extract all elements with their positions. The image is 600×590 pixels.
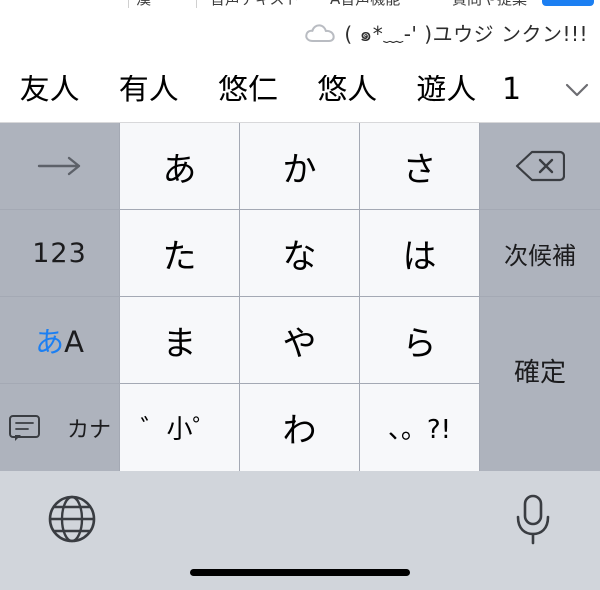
top-blue-button[interactable] [542, 0, 594, 6]
keyboard: あ か さ 123 た な は 次候補 あA ま や ら 確定 カナ ゛小゜ わ… [0, 123, 600, 471]
key-next-candidate-label: 次候補 [504, 241, 576, 270]
speech-bubble-icon [8, 413, 42, 443]
key-wa[interactable]: わ [240, 384, 360, 471]
key-dakuten[interactable]: ゛小゜ [120, 384, 240, 471]
keyboard-row-2: 123 た な は 次候補 [0, 210, 600, 297]
key-ya[interactable]: や [240, 297, 360, 384]
candidate-1[interactable]: 有人 [99, 75, 198, 105]
cloud-icon [304, 23, 338, 45]
key-confirm-lower[interactable] [480, 384, 600, 471]
delete-icon [515, 149, 565, 183]
key-abc-toggle[interactable]: あA [0, 297, 120, 384]
key-kana[interactable]: カナ [0, 384, 120, 471]
key-confirm[interactable]: 確定 [480, 297, 600, 388]
candidate-3[interactable]: 悠人 [298, 75, 397, 105]
key-abc-toggle-label: あA [35, 325, 84, 359]
candidate-0[interactable]: 友人 [0, 75, 99, 105]
key-sa[interactable]: さ [360, 123, 480, 210]
keyboard-row-4: カナ ゛小゜ わ 、。?! [0, 384, 600, 471]
chevron-down-icon[interactable] [554, 80, 600, 100]
key-ta[interactable]: た [120, 210, 240, 297]
key-ka[interactable]: か [240, 123, 360, 210]
candidate-4[interactable]: 遊人 [397, 75, 496, 105]
typed-text-row: ( ๑*﹏-' )ユウジ ンクン!!! [0, 10, 600, 58]
keyboard-row-3: あA ま や ら 確定 [0, 297, 600, 388]
microphone-icon[interactable] [512, 493, 554, 547]
top-fragment-2: A音声機能 [330, 0, 400, 9]
globe-icon[interactable] [46, 493, 98, 545]
key-ha[interactable]: は [360, 210, 480, 297]
key-punctuation-label: 、。?! [387, 415, 452, 445]
top-fragment-0: 漢 [136, 0, 151, 9]
candidate-2[interactable]: 悠仁 [198, 75, 297, 105]
key-na[interactable]: な [240, 210, 360, 297]
top-fragment-3: 質問や提案 [452, 0, 527, 9]
candidate-bar: 友人 有人 悠仁 悠人 遊人 1 [0, 58, 600, 123]
key-ma[interactable]: ま [120, 297, 240, 384]
top-divider [128, 0, 129, 8]
phone-screen: 漢 音声テキスト A音声機能 質問や提案 ( ๑*﹏-' )ユウジ ンクン!!!… [0, 0, 600, 590]
top-fragment-1: 音声テキスト [210, 0, 300, 9]
key-delete[interactable] [480, 123, 600, 210]
candidate-5[interactable]: 1 [496, 75, 554, 105]
top-divider [196, 0, 197, 8]
typed-text: ( ๑*﹏-' )ユウジ ンクン!!! [344, 22, 588, 46]
key-ra[interactable]: ら [360, 297, 480, 384]
key-a[interactable]: あ [120, 123, 240, 210]
top-partial-bar: 漢 音声テキスト A音声機能 質問や提案 [0, 0, 600, 10]
key-123-label: 123 [32, 237, 87, 269]
keyboard-bottom-bar [0, 471, 600, 590]
key-arrow-right[interactable] [0, 123, 120, 210]
key-punctuation[interactable]: 、。?! [360, 384, 480, 471]
home-indicator[interactable] [190, 569, 410, 576]
key-dakuten-label: ゛小゜ [140, 415, 219, 445]
key-123[interactable]: 123 [0, 210, 120, 297]
arrow-right-icon [33, 154, 87, 178]
key-next-candidate[interactable]: 次候補 [480, 210, 600, 297]
keyboard-row-1: あ か さ [0, 123, 600, 210]
key-kana-label: カナ [66, 417, 111, 443]
